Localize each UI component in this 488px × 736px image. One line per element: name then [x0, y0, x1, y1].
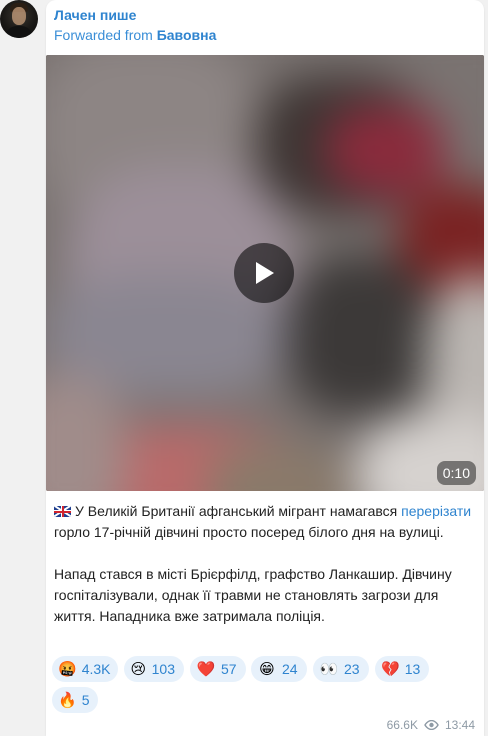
avatar-body	[5, 26, 33, 38]
reaction-count: 13	[404, 661, 421, 677]
reaction-count: 57	[221, 661, 237, 677]
message-time: 13:44	[444, 718, 475, 732]
reaction-count: 4.3K	[81, 661, 111, 677]
video-duration: 0:10	[436, 461, 476, 485]
heart-icon: ❤️	[196, 661, 216, 678]
forwarded-header[interactable]: Forwarded from Бавовна	[54, 27, 216, 43]
caption-text-start: У Великій Британії афганський мігрант на…	[75, 503, 402, 519]
reaction-fire[interactable]: 🔥 5	[52, 687, 98, 713]
play-icon	[256, 262, 274, 284]
channel-avatar[interactable]	[0, 0, 38, 38]
reaction-grinning[interactable]: 😁 24	[251, 656, 307, 682]
forwarded-prefix: Forwarded from	[54, 27, 153, 43]
message-meta: 66.6K 13:44	[387, 718, 475, 732]
play-button[interactable]	[234, 243, 294, 303]
reaction-count: 23	[344, 661, 360, 677]
reaction-count: 5	[81, 692, 90, 708]
caption-paragraph-1: У Великій Британії афганський мігрант на…	[54, 501, 474, 543]
reaction-broken-heart[interactable]: 💔 13	[375, 656, 429, 682]
eyes-icon: 👀	[319, 661, 339, 678]
grinning-face-icon: 😁	[259, 661, 275, 678]
caption-paragraph-2: Напад стався в місті Брієрфілд, графство…	[54, 566, 452, 624]
uk-flag-icon	[54, 506, 71, 517]
reaction-crying[interactable]: 😢 103	[124, 656, 184, 682]
fire-icon: 🔥	[58, 692, 77, 709]
reaction-count: 103	[151, 661, 175, 677]
caption-link[interactable]: перерізати	[401, 503, 471, 519]
reaction-eyes[interactable]: 👀 23	[313, 656, 369, 682]
avatar-face	[12, 7, 26, 25]
forwarded-source[interactable]: Бавовна	[157, 27, 217, 43]
reaction-count: 24	[282, 661, 298, 677]
angry-face-icon: 🤬	[58, 661, 77, 678]
author-name[interactable]: Лачен пише	[54, 7, 136, 23]
crying-face-icon: 😢	[130, 661, 147, 678]
reaction-heart[interactable]: ❤️ 57	[190, 656, 246, 682]
broken-heart-icon: 💔	[381, 661, 400, 678]
eye-icon	[424, 720, 439, 730]
video-preview[interactable]: 0:10	[46, 55, 484, 491]
view-count: 66.6K	[386, 718, 418, 732]
message-text: У Великій Британії афганський мігрант на…	[54, 501, 474, 627]
caption-text-end: горло 17-річній дівчині просто посеред б…	[54, 524, 444, 540]
reaction-angry[interactable]: 🤬 4.3K	[52, 656, 118, 682]
message-bubble: Лачен пише Forwarded from Бавовна 0:10 У…	[46, 0, 484, 736]
